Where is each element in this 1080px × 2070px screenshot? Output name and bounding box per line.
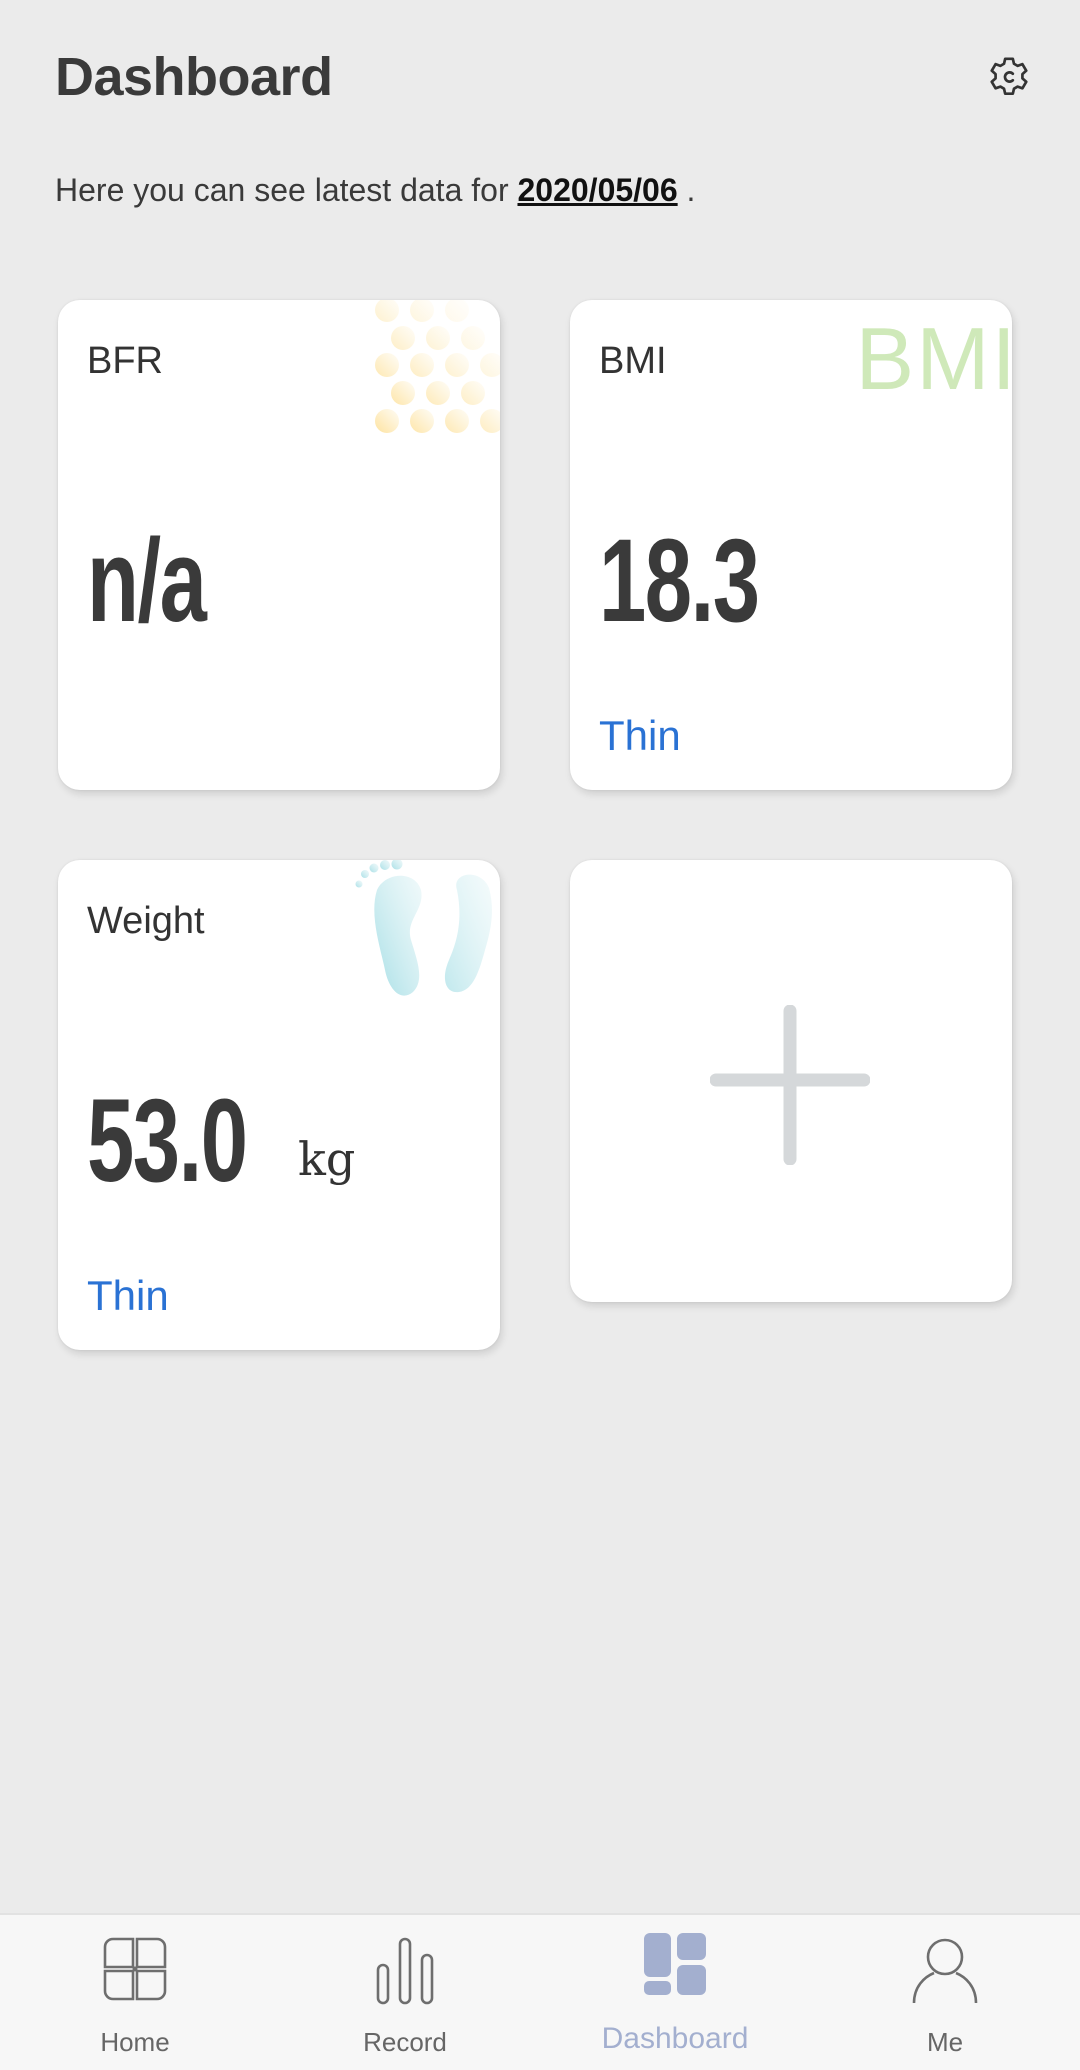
weight-card[interactable]: Weight 53.0 kg Thin <box>58 860 500 1350</box>
nav-item-dashboard[interactable]: Dashboard <box>540 1915 810 2070</box>
bfr-card[interactable]: BFR n/a <box>58 300 500 790</box>
nav-label-me: Me <box>926 2027 964 2057</box>
bmi-watermark: BMI <box>855 309 1012 408</box>
nav-item-me[interactable]: Me <box>810 1915 1080 2070</box>
nav-label-home: Home <box>100 2027 170 2057</box>
nav-label-record: Record <box>363 2027 447 2057</box>
subtitle-text: Here you can see latest data for <box>55 172 518 208</box>
subtitle-suffix: . <box>677 172 696 208</box>
add-card-button[interactable] <box>570 860 1012 1302</box>
bmi-status: Thin <box>599 712 681 759</box>
plus-icon <box>710 1005 870 1165</box>
date-link[interactable]: 2020/05/06 <box>517 172 677 208</box>
settings-button[interactable] <box>986 54 1032 100</box>
bfr-label: BFR <box>87 340 163 382</box>
nav-item-record[interactable]: Record <box>270 1915 540 2070</box>
gear-icon <box>990 57 1028 96</box>
bmi-card[interactable]: BMI BMI 18.3 Thin <box>570 300 1012 790</box>
nav-item-home[interactable]: Home <box>0 1915 270 2070</box>
dots-decoration <box>375 300 500 433</box>
weight-unit: kg <box>298 1132 356 1186</box>
bfr-value: n/a <box>87 515 207 647</box>
dashboard-icon <box>644 1933 706 1995</box>
bottom-nav: Home Record Dashboard Me <box>0 1913 1080 2070</box>
page-title: Dashboard <box>55 47 333 107</box>
person-icon <box>912 1938 978 2004</box>
weight-label: Weight <box>87 900 205 942</box>
latest-data-subtitle: Here you can see latest data for 2020/05… <box>55 172 695 209</box>
weight-value: 53.0 <box>87 1075 248 1207</box>
bmi-value: 18.3 <box>599 515 760 647</box>
bar-chart-icon <box>376 1937 434 2005</box>
bmi-label: BMI <box>599 340 667 382</box>
nav-label-dashboard: Dashboard <box>601 2022 749 2055</box>
footprints-decoration <box>355 860 492 996</box>
weight-status: Thin <box>87 1272 169 1319</box>
home-grid-icon <box>103 1937 167 2001</box>
